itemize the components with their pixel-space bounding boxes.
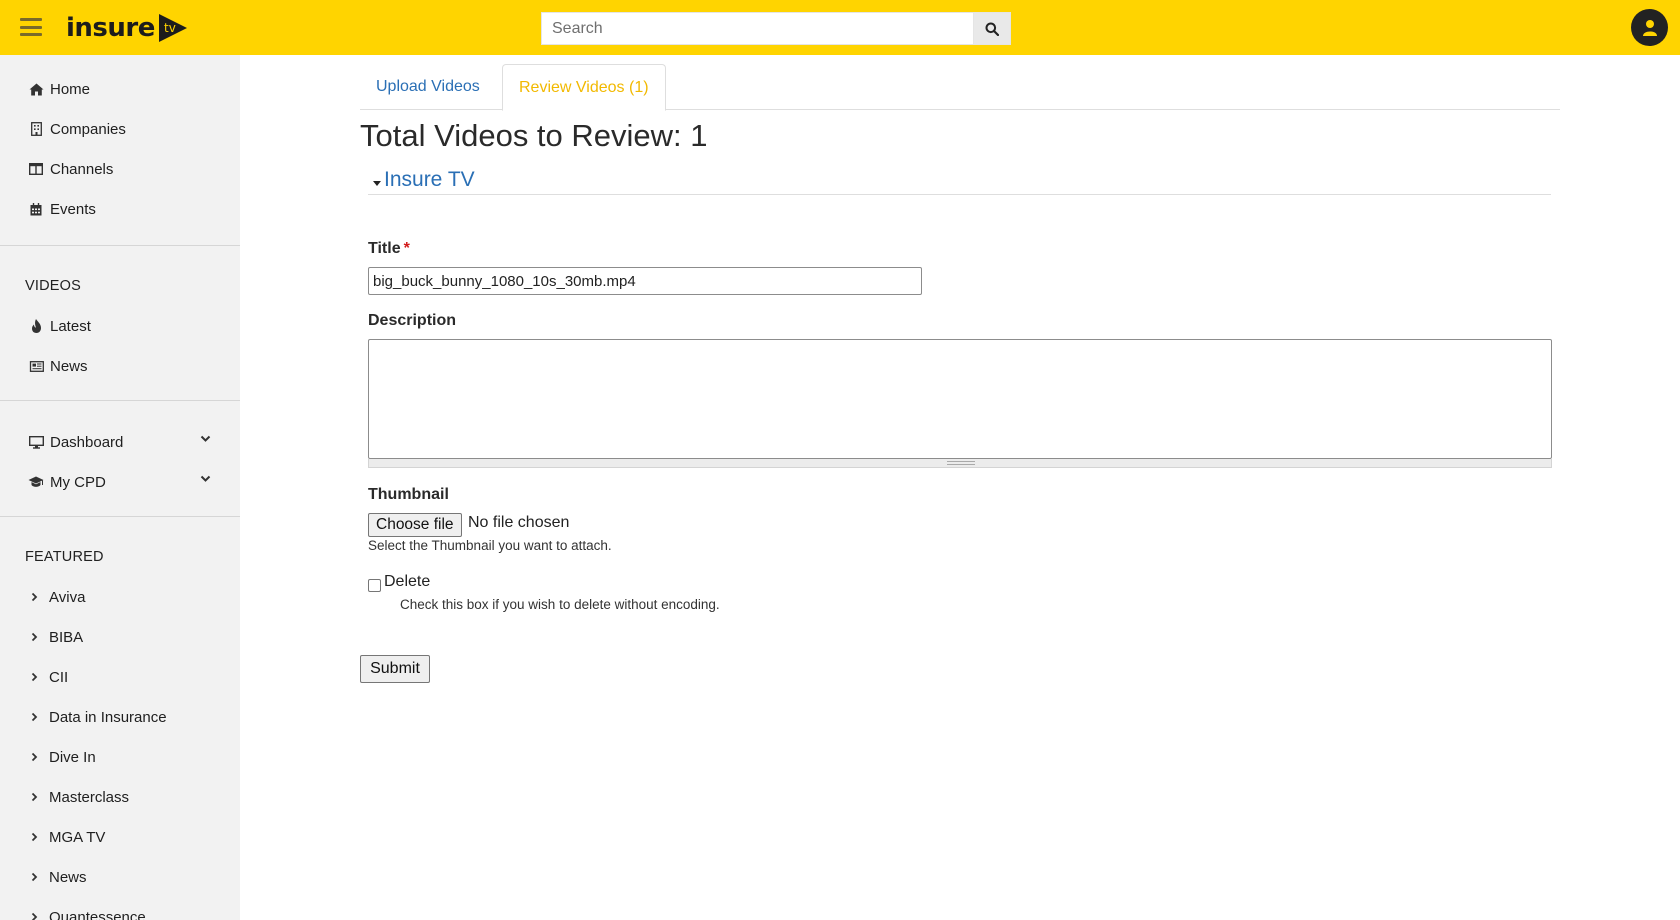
- user-icon: [1642, 19, 1657, 36]
- choose-file-button[interactable]: Choose file: [368, 513, 462, 537]
- chevron-right-icon: [31, 712, 40, 722]
- chevron-right-icon: [31, 752, 40, 762]
- chevron-right-icon: [31, 872, 40, 882]
- home-icon: [28, 81, 44, 97]
- channel-group-toggle[interactable]: Insure TV: [368, 166, 1551, 195]
- delete-help-text: Check this box if you wish to delete wit…: [400, 597, 720, 612]
- featured-item-label: Masterclass: [49, 788, 130, 806]
- sidebar-item-news[interactable]: News: [0, 346, 240, 386]
- chevron-down-icon[interactable]: [200, 435, 211, 443]
- sidebar-item-label: Dashboard: [50, 433, 124, 451]
- description-label: Description: [368, 312, 457, 329]
- title-field[interactable]: [368, 267, 922, 295]
- chevron-right-icon: [31, 592, 40, 602]
- sidebar-featured-item[interactable]: CII: [0, 657, 240, 697]
- newspaper-icon: [28, 358, 44, 374]
- delete-label[interactable]: Delete: [384, 573, 430, 591]
- featured-item-label: Quantessence: [49, 908, 146, 920]
- sidebar-item-dashboard[interactable]: Dashboard: [0, 422, 240, 462]
- title-label-text: Title: [368, 240, 401, 257]
- sidebar-item-home[interactable]: Home: [0, 69, 240, 109]
- sidebar-item-events[interactable]: Events: [0, 189, 240, 229]
- featured-item-label: Aviva: [49, 588, 86, 606]
- sidebar-featured-item[interactable]: Masterclass: [0, 777, 240, 817]
- user-avatar-button[interactable]: [1631, 9, 1668, 46]
- videos-heading: VIDEOS: [25, 278, 81, 294]
- columns-icon: [28, 161, 44, 177]
- grip-lines-icon: [947, 461, 975, 465]
- search-input[interactable]: [541, 12, 973, 45]
- featured-item-label: MGA TV: [49, 828, 106, 846]
- building-icon: [28, 121, 44, 137]
- sidebar-item-latest[interactable]: Latest: [0, 306, 240, 346]
- logo-play-icon: tv: [158, 14, 187, 42]
- caret-down-icon: [373, 180, 381, 186]
- sidebar-item-my-cpd[interactable]: My CPD: [0, 462, 240, 502]
- sidebar-featured-item[interactable]: Data in Insurance: [0, 697, 240, 737]
- tab-review-videos[interactable]: Review Videos (1): [502, 64, 666, 111]
- thumbnail-label: Thumbnail: [368, 486, 449, 503]
- sidebar-item-label: Home: [50, 80, 91, 98]
- chevron-right-icon: [31, 632, 40, 642]
- channel-group-title[interactable]: Insure TV: [384, 168, 475, 192]
- featured-item-label: BIBA: [49, 628, 84, 646]
- tab-upload-videos[interactable]: Upload Videos: [360, 64, 496, 110]
- sidebar-item-label: Channels: [50, 160, 114, 178]
- search-icon: [985, 22, 999, 36]
- logo-badge-text: tv: [164, 21, 176, 35]
- required-marker: *: [403, 240, 410, 257]
- sidebar-featured-item[interactable]: Quantessence: [0, 897, 240, 920]
- calendar-icon: [28, 201, 44, 217]
- featured-item-label: Dive In: [49, 748, 96, 766]
- featured-item-label: News: [49, 868, 87, 886]
- sidebar-item-label: My CPD: [50, 473, 106, 491]
- featured-item-label: Data in Insurance: [49, 708, 167, 726]
- hamburger-menu-icon[interactable]: [20, 18, 42, 36]
- sidebar-featured-item[interactable]: News: [0, 857, 240, 897]
- graduation-cap-icon: [28, 474, 44, 490]
- sidebar-divider: [0, 245, 240, 246]
- thumbnail-help-text: Select the Thumbnail you want to attach.: [368, 538, 612, 553]
- chevron-right-icon: [31, 672, 40, 682]
- fire-icon: [28, 318, 44, 334]
- description-field[interactable]: [368, 339, 1552, 459]
- sidebar-item-label: Events: [50, 200, 96, 218]
- page-title: Total Videos to Review: 1: [360, 118, 708, 153]
- sidebar-featured-item[interactable]: MGA TV: [0, 817, 240, 857]
- chevron-right-icon: [31, 792, 40, 802]
- title-label: Title *: [368, 240, 410, 258]
- sidebar-featured-item[interactable]: BIBA: [0, 617, 240, 657]
- file-status-text: No file chosen: [468, 514, 570, 531]
- insuretv-logo[interactable]: insure tv: [66, 10, 189, 46]
- sidebar: Home Companies Channels Events VIDEOS La…: [0, 55, 240, 920]
- featured-item-label: CII: [49, 668, 69, 686]
- sidebar-divider: [0, 400, 240, 401]
- logo-text: insure: [66, 13, 155, 43]
- desktop-icon: [28, 434, 44, 450]
- sidebar-featured-item[interactable]: Aviva: [0, 577, 240, 617]
- search-bar: [541, 12, 1011, 45]
- sidebar-item-companies[interactable]: Companies: [0, 109, 240, 149]
- review-tabs: Upload Videos Review Videos (1): [360, 64, 1560, 111]
- resize-grip[interactable]: [368, 459, 1552, 468]
- sidebar-item-label: Companies: [50, 120, 126, 138]
- sidebar-item-label: Latest: [50, 317, 91, 335]
- sidebar-item-channels[interactable]: Channels: [0, 149, 240, 189]
- top-bar: insure tv: [0, 0, 1680, 55]
- search-button[interactable]: [973, 12, 1011, 45]
- featured-heading: FEATURED: [25, 549, 104, 565]
- delete-checkbox[interactable]: [368, 579, 381, 592]
- sidebar-divider: [0, 516, 240, 517]
- sidebar-featured-item[interactable]: Dive In: [0, 737, 240, 777]
- chevron-right-icon: [31, 912, 40, 920]
- chevron-down-icon[interactable]: [200, 475, 211, 483]
- submit-button[interactable]: Submit: [360, 655, 430, 683]
- chevron-right-icon: [31, 832, 40, 842]
- sidebar-item-label: News: [50, 357, 88, 375]
